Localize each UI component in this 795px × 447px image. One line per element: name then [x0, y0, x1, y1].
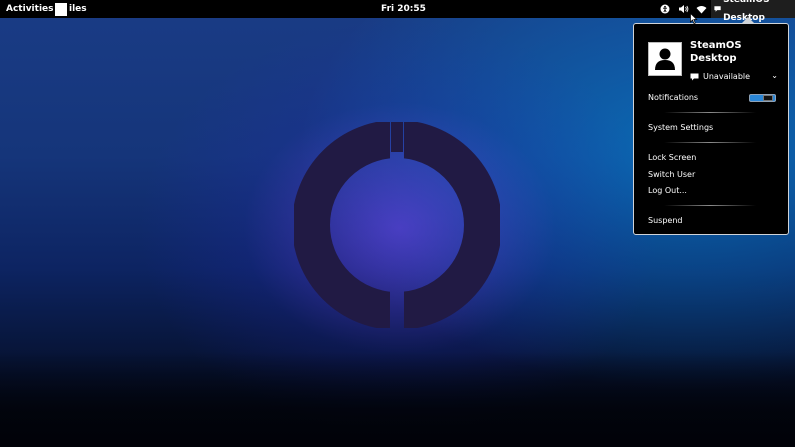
- separator: [664, 142, 756, 143]
- notifications-row: Notifications: [648, 93, 699, 102]
- chat-presence-icon: [714, 6, 721, 12]
- user-avatar[interactable]: [648, 42, 682, 76]
- chat-presence-icon: [690, 73, 699, 80]
- suspend-item[interactable]: Suspend: [648, 216, 682, 226]
- accessibility-icon[interactable]: [656, 0, 674, 18]
- clock[interactable]: Fri 20:55: [381, 0, 426, 18]
- mouse-pointer-icon: [690, 13, 698, 24]
- log-out-item[interactable]: Log Out...: [648, 186, 687, 196]
- system-tray[interactable]: [656, 0, 710, 18]
- presence-selector[interactable]: Unavailable ⌄: [690, 71, 778, 81]
- activities-button[interactable]: Activities: [6, 0, 54, 18]
- chevron-down-icon: ⌄: [771, 71, 778, 80]
- app-menu-label: iles: [69, 4, 87, 14]
- separator: [664, 205, 756, 206]
- user-silhouette-icon: [655, 48, 675, 70]
- user-menu-button[interactable]: SteamOS Desktop: [711, 0, 795, 23]
- user-menu-popup: SteamOS Desktop Unavailable ⌄ Notificati…: [633, 17, 789, 235]
- lock-screen-item[interactable]: Lock Screen: [648, 153, 696, 163]
- app-menu-button[interactable]: iles: [55, 0, 87, 18]
- files-app-icon: [55, 2, 67, 16]
- separator: [664, 112, 756, 113]
- presence-status: Unavailable: [703, 72, 751, 81]
- system-settings-item[interactable]: System Settings: [648, 123, 713, 133]
- toggle-knob: [763, 95, 773, 101]
- notifications-toggle[interactable]: [749, 94, 776, 102]
- user-name: SteamOS Desktop: [690, 40, 742, 64]
- top-bar: Activities iles Fri 20:55 SteamOS Deskto…: [0, 0, 795, 23]
- switch-user-item[interactable]: Switch User: [648, 170, 695, 180]
